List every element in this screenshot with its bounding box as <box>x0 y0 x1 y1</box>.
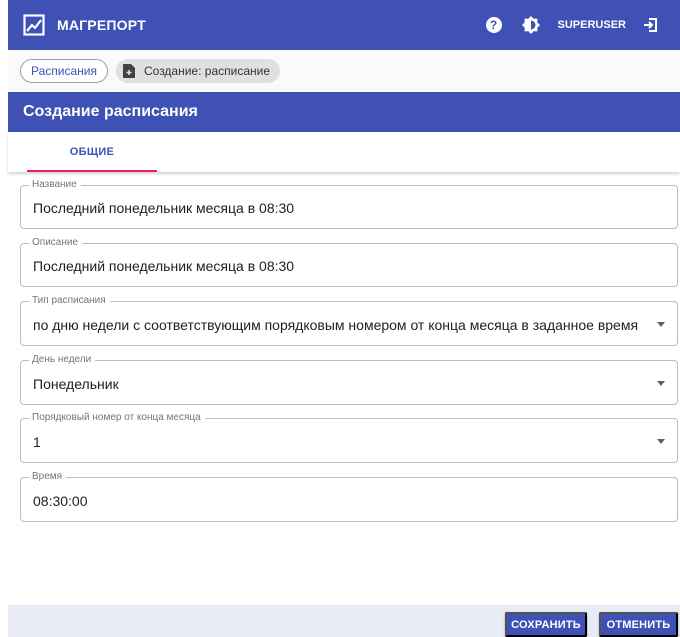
schedule-type-label: Тип расписания <box>29 295 110 307</box>
weekday-select[interactable]: День недели Понедельник <box>20 354 678 405</box>
time-label: Время <box>29 471 67 483</box>
theme-toggle-icon[interactable] <box>521 16 540 34</box>
name-field[interactable]: Название Последний понедельник месяца в … <box>20 179 678 229</box>
description-field[interactable]: Описание Последний понедельник месяца в … <box>20 237 678 287</box>
chevron-down-icon[interactable] <box>657 381 665 386</box>
time-field[interactable]: Время 08:30:00 <box>20 471 678 522</box>
name-input[interactable]: Последний понедельник месяца в 08:30 <box>33 200 294 216</box>
chevron-down-icon[interactable] <box>657 322 665 327</box>
chevron-down-icon[interactable] <box>657 439 665 444</box>
weekday-value[interactable]: Понедельник <box>33 376 119 392</box>
schedule-type-value[interactable]: по дню недели с соответствующим порядков… <box>33 317 638 333</box>
cancel-button[interactable]: ОТМЕНИТЬ <box>599 612 678 637</box>
logout-icon[interactable] <box>642 16 660 34</box>
name-label: Название <box>29 179 81 191</box>
page-title: Создание расписания <box>8 92 680 132</box>
app-brand[interactable]: МАГРЕПОРТ <box>57 17 146 33</box>
description-label: Описание <box>29 237 83 249</box>
description-input[interactable]: Последний понедельник месяца в 08:30 <box>33 258 294 274</box>
breadcrumb: Расписания Создание: расписание <box>8 50 680 92</box>
ordinal-select[interactable]: Порядковый номер от конца месяца 1 <box>20 412 678 463</box>
user-name[interactable]: SUPERUSER <box>558 19 626 31</box>
ordinal-label: Порядковый номер от конца месяца <box>29 412 205 424</box>
tab-general[interactable]: ОБЩИЕ <box>27 132 157 172</box>
app-bar: МАГРЕПОРТ ? SUPERUSER <box>8 0 680 50</box>
breadcrumb-current-label: Создание: расписание <box>143 64 271 78</box>
save-button[interactable]: СОХРАНИТЬ <box>505 612 587 637</box>
breadcrumb-schedules[interactable]: Расписания <box>20 59 108 83</box>
tab-indicator <box>27 170 157 172</box>
new-document-icon <box>122 64 135 78</box>
breadcrumb-current: Создание: расписание <box>115 59 281 83</box>
ordinal-value[interactable]: 1 <box>33 434 41 450</box>
time-input[interactable]: 08:30:00 <box>33 493 88 509</box>
schedule-type-select[interactable]: Тип расписания по дню недели с соответст… <box>20 295 678 346</box>
app-logo-icon[interactable] <box>23 14 45 36</box>
weekday-label: День недели <box>29 354 96 366</box>
help-icon[interactable]: ? <box>485 17 502 33</box>
tabs-bar: ОБЩИЕ <box>8 132 680 172</box>
